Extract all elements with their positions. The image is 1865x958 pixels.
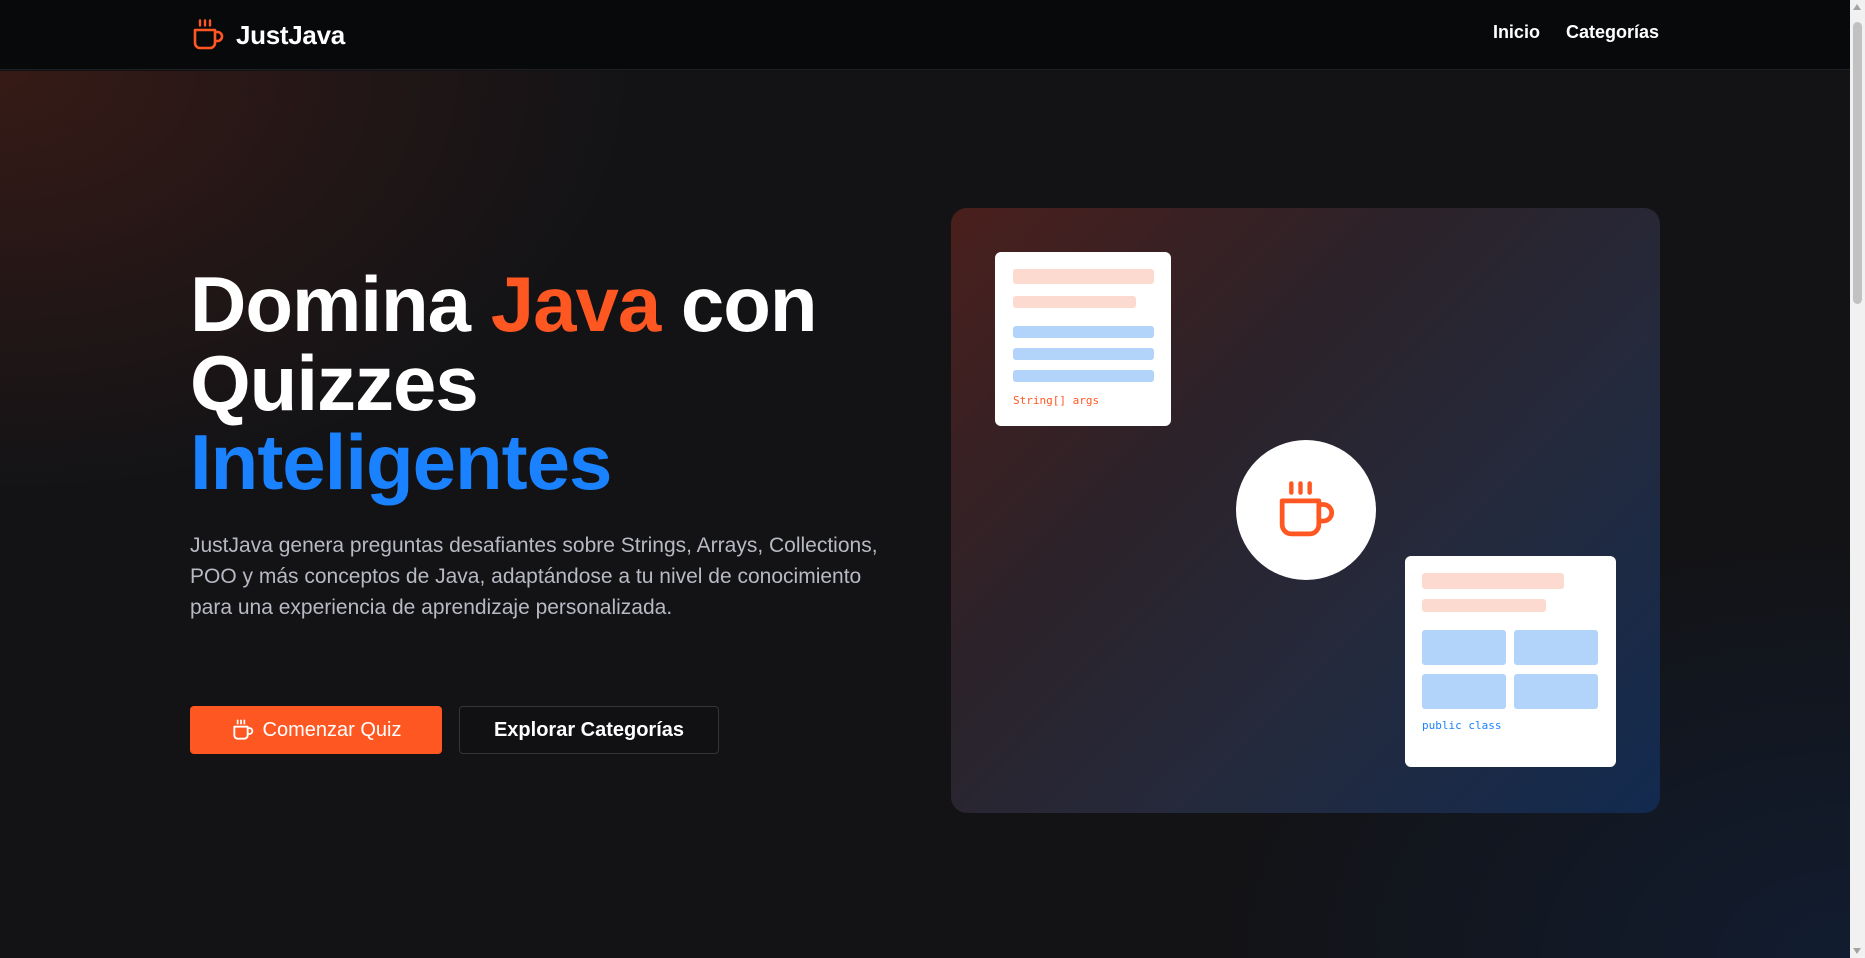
center-circle (1236, 440, 1376, 580)
card-line (1013, 370, 1154, 382)
scrollbar-thumb[interactable] (1853, 22, 1862, 304)
card-line (1422, 599, 1546, 612)
brand-logo[interactable]: JustJava (190, 17, 345, 53)
hero-headline: Domina Java con Quizzes Inteligentes (190, 265, 910, 502)
headline-text-1: Domina (190, 260, 491, 348)
start-quiz-label: Comenzar Quiz (262, 718, 402, 741)
hero-illustration: String[] args public class (951, 208, 1660, 813)
code-card-class: public class (1405, 556, 1616, 767)
scrollbar[interactable] (1850, 0, 1865, 958)
coffee-cup-icon (1279, 481, 1334, 537)
headline-inteligentes: Inteligentes (190, 418, 612, 506)
explore-categories-label: Explorar Categorías (493, 718, 685, 741)
navbar: JustJava Inicio Categorías (0, 0, 1850, 70)
headline-java: Java (490, 260, 662, 348)
scroll-down-arrow-icon[interactable] (1853, 948, 1861, 954)
scroll-up-arrow-icon[interactable] (1853, 4, 1861, 10)
card-line (1013, 269, 1154, 284)
card-line (1013, 296, 1136, 308)
card-line (1422, 573, 1564, 589)
nav-link-categorias[interactable]: Categorías (1566, 22, 1659, 43)
hero-section: Domina Java con Quizzes Inteligentes Jus… (0, 71, 1850, 958)
explore-categories-button[interactable]: Explorar Categorías (459, 706, 719, 754)
start-quiz-button[interactable]: Comenzar Quiz (190, 706, 442, 754)
brand-name: JustJava (236, 19, 345, 50)
card-block (1422, 630, 1506, 665)
card-block (1514, 674, 1598, 709)
hero-description: JustJava genera preguntas desafiantes so… (190, 534, 878, 619)
card-line (1013, 326, 1154, 338)
card-block (1422, 674, 1506, 709)
coffee-cup-icon (232, 719, 253, 740)
card-code-label: public class (1422, 719, 1502, 732)
card-line (1013, 348, 1154, 360)
card-block (1514, 630, 1598, 665)
code-card-strings: String[] args (995, 252, 1171, 426)
coffee-cup-icon (193, 19, 224, 50)
card-code-label: String[] args (1013, 394, 1100, 407)
nav-link-inicio[interactable]: Inicio (1493, 22, 1540, 43)
nav-links: Inicio Categorías (1493, 22, 1659, 43)
